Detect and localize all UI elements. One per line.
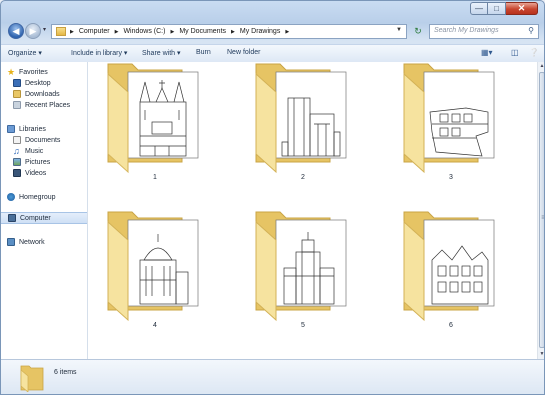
videos-icon	[13, 169, 21, 177]
breadcrumb-separator-icon: ▶	[70, 28, 74, 35]
breadcrumb-separator-icon[interactable]: ▶	[231, 29, 235, 35]
chevron-down-icon: ▾	[43, 27, 47, 33]
maximize-button[interactable]: □	[488, 2, 506, 15]
breadcrumb-separator-icon[interactable]: ▶	[285, 29, 289, 35]
folder-icon	[107, 63, 199, 174]
preview-pane-icon[interactable]: ◫	[511, 48, 519, 57]
nav-downloads-label: Downloads	[25, 90, 60, 98]
nav-computer-label: Computer	[20, 214, 51, 222]
nav-desktop-label: Desktop	[25, 79, 51, 87]
details-pane: 6 items	[1, 359, 544, 394]
folder-item[interactable]: 4	[100, 210, 210, 350]
new-folder-button[interactable]: New folder	[227, 49, 260, 56]
music-icon: ♫	[13, 146, 20, 156]
folder-item[interactable]: 2	[248, 62, 358, 202]
close-button[interactable]: ✕	[506, 2, 538, 15]
breadcrumb-computer[interactable]: Computer	[79, 28, 110, 35]
nav-music-label: Music	[25, 147, 44, 155]
search-icon[interactable]: ⚲	[528, 26, 534, 35]
grip-icon: ≡	[541, 215, 545, 221]
scroll-down-icon[interactable]: ▼	[538, 350, 544, 359]
folder-item[interactable]: 5	[248, 210, 358, 350]
folder-icon	[107, 211, 199, 322]
folder-name: 6	[449, 322, 453, 329]
forward-button[interactable]: ▶	[25, 23, 41, 39]
folder-icon	[20, 365, 44, 392]
include-in-library-button[interactable]: Include in library ▾	[71, 49, 127, 57]
address-bar[interactable]: ▶ Computer ▶ Windows (C:) ▶ My Documents…	[51, 24, 407, 39]
minimize-button[interactable]: —	[470, 2, 488, 15]
nav-homegroup-label: Homegroup	[19, 193, 56, 201]
documents-icon	[13, 136, 21, 144]
nav-computer[interactable]: Computer	[1, 212, 87, 224]
folder-item[interactable]: 6	[396, 210, 506, 350]
nav-favorites-label: Favorites	[19, 68, 48, 76]
network-icon	[7, 238, 15, 246]
scroll-up-icon[interactable]: ▲	[538, 62, 544, 71]
folder-icon	[255, 211, 347, 322]
folder-icon	[403, 63, 495, 174]
star-icon: ★	[7, 67, 16, 77]
folder-name: 4	[153, 322, 157, 329]
back-arrow-icon: ◀	[12, 25, 20, 36]
nav-homegroup[interactable]: Homegroup	[7, 191, 93, 203]
homegroup-icon	[7, 193, 15, 201]
vertical-scrollbar[interactable]: ▲ ≡ ▼	[537, 62, 545, 359]
computer-icon	[8, 214, 16, 222]
organize-button[interactable]: Organize ▾	[8, 49, 42, 57]
folder-name: 1	[153, 174, 157, 181]
search-box[interactable]: Search My Drawings ⚲	[429, 24, 539, 39]
folder-item[interactable]: 3	[396, 62, 506, 202]
breadcrumb-my-documents[interactable]: My Documents	[179, 28, 226, 35]
forward-arrow-icon: ▶	[29, 25, 37, 36]
folder-name: 2	[301, 174, 305, 181]
downloads-icon	[13, 90, 21, 98]
recent-places-icon	[13, 101, 21, 109]
folder-name: 3	[449, 174, 453, 181]
folder-icon	[403, 211, 495, 322]
file-list: 1 2 3 4 5 6	[88, 62, 537, 359]
nav-recent-places[interactable]: Recent Places	[13, 99, 99, 111]
view-options-icon[interactable]: ▦▾	[481, 48, 493, 57]
refresh-icon[interactable]: ↻	[411, 24, 425, 39]
back-button[interactable]: ◀	[8, 23, 24, 39]
nav-pictures-label: Pictures	[25, 158, 51, 166]
folder-name: 5	[301, 322, 305, 329]
address-dropdown-icon[interactable]: ▼	[396, 27, 402, 33]
nav-libraries-label: Libraries	[19, 125, 46, 133]
nav-documents-label: Documents	[25, 136, 61, 144]
burn-button[interactable]: Burn	[196, 49, 211, 56]
navigation-pane: ★ Favorites Desktop Downloads Recent Pla…	[1, 62, 88, 359]
item-count: 6 items	[54, 369, 77, 376]
folder-icon	[56, 27, 66, 36]
desktop-icon	[13, 79, 21, 87]
libraries-icon	[7, 125, 15, 133]
folder-item[interactable]: 1	[100, 62, 210, 202]
search-placeholder[interactable]: Search My Drawings	[434, 27, 499, 34]
window-controls: — □ ✕	[470, 2, 538, 15]
share-with-button[interactable]: Share with ▾	[142, 49, 181, 57]
command-bar: Organize ▾ Include in library ▾ Share wi…	[1, 44, 544, 63]
explorer-window: — □ ✕ ◀ ▶ ▾ ▶ Computer ▶ Windows (C:) ▶ …	[0, 0, 545, 395]
breadcrumb-my-drawings[interactable]: My Drawings	[240, 28, 280, 35]
folder-icon	[255, 63, 347, 174]
breadcrumb-separator-icon[interactable]: ▶	[115, 29, 119, 35]
navigation-bar: ◀ ▶ ▾ ▶ Computer ▶ Windows (C:) ▶ My Doc…	[1, 21, 544, 43]
help-icon[interactable]: ❔	[529, 48, 539, 57]
title-bar: — □ ✕	[1, 1, 544, 19]
recent-pages-button[interactable]: ▾	[43, 26, 46, 33]
pictures-icon	[13, 158, 21, 166]
nav-network[interactable]: Network	[7, 236, 93, 248]
nav-recent-places-label: Recent Places	[25, 101, 71, 109]
minimize-icon: —	[475, 4, 483, 13]
breadcrumb-windows-c[interactable]: Windows (C:)	[123, 28, 165, 35]
nav-network-label: Network	[19, 238, 45, 246]
scroll-thumb[interactable]: ≡	[539, 72, 545, 348]
breadcrumb-separator-icon[interactable]: ▶	[170, 29, 174, 35]
close-icon: ✕	[517, 3, 526, 13]
nav-videos[interactable]: Videos	[13, 167, 99, 179]
maximize-icon: □	[494, 4, 499, 13]
nav-videos-label: Videos	[25, 169, 47, 177]
